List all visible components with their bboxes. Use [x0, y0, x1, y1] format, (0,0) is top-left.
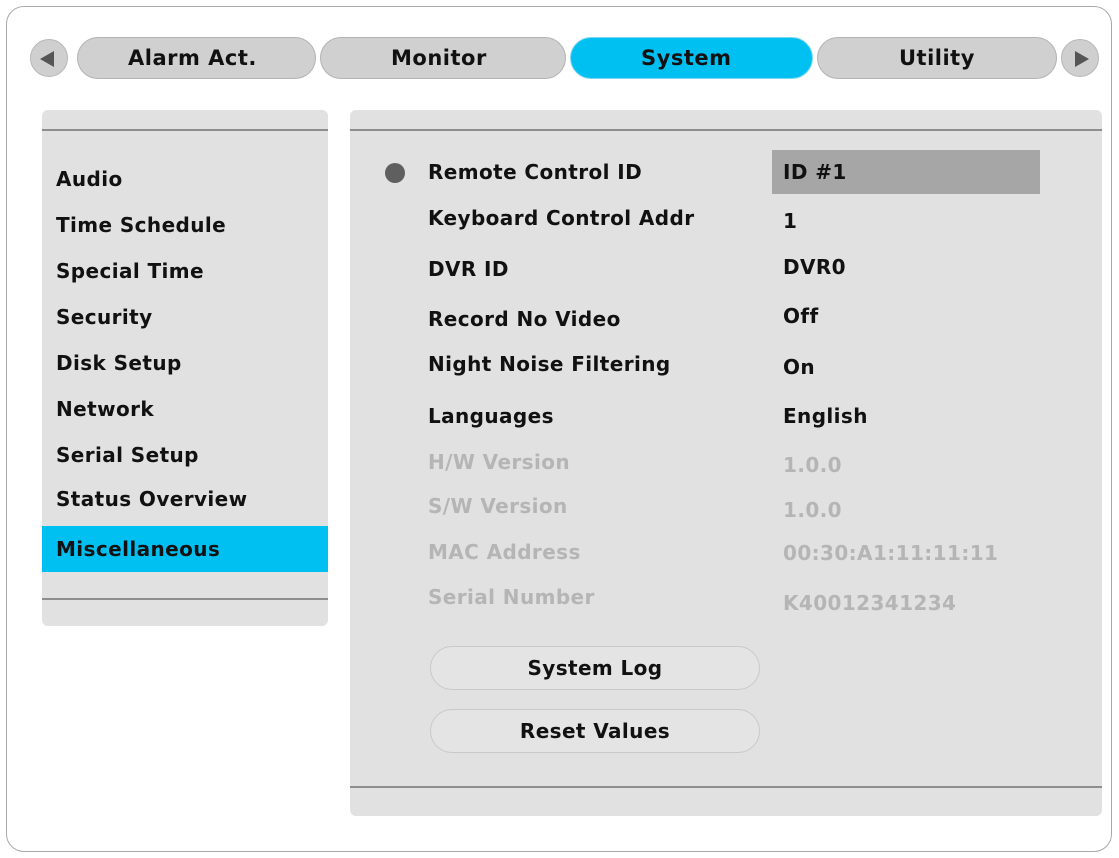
selected-row-bullet-icon — [385, 163, 405, 183]
settings-sidebar: Audio Time Schedule Special Time Securit… — [42, 110, 328, 626]
remote-control-id-label: Remote Control ID — [428, 160, 643, 184]
panel-divider-bottom — [350, 786, 1102, 788]
tab-prev-arrow-button[interactable] — [30, 39, 68, 77]
sidebar-item-label: Status Overview — [56, 487, 248, 511]
sidebar-item-disk-setup[interactable]: Disk Setup — [42, 340, 328, 386]
panel-divider-top — [350, 129, 1102, 131]
serial-number-value: K40012341234 — [783, 591, 957, 615]
arrow-right-icon — [1075, 51, 1089, 67]
sidebar-item-audio[interactable]: Audio — [42, 156, 328, 202]
dvr-id-value[interactable]: DVR0 — [783, 255, 846, 279]
tab-label: System — [641, 46, 732, 70]
system-log-button-label: System Log — [527, 656, 663, 680]
sidebar-item-time-schedule[interactable]: Time Schedule — [42, 202, 328, 248]
reset-values-button-label: Reset Values — [519, 719, 671, 743]
sw-version-label: S/W Version — [428, 494, 568, 518]
sidebar-item-status-overview[interactable]: Status Overview — [42, 476, 328, 522]
languages-value[interactable]: English — [783, 404, 868, 428]
mac-address-label: MAC Address — [428, 540, 581, 564]
sidebar-item-special-time[interactable]: Special Time — [42, 248, 328, 294]
record-no-video-value[interactable]: Off — [783, 304, 819, 328]
sidebar-divider-bottom — [42, 598, 328, 600]
sw-version-value: 1.0.0 — [783, 498, 842, 522]
sidebar-item-label: Disk Setup — [56, 351, 182, 375]
tab-monitor[interactable]: Monitor — [320, 37, 566, 79]
dvr-id-label: DVR ID — [428, 257, 509, 281]
sidebar-item-network[interactable]: Network — [42, 386, 328, 432]
tab-system[interactable]: System — [570, 37, 813, 79]
record-no-video-label: Record No Video — [428, 307, 621, 331]
sidebar-item-label: Miscellaneous — [56, 537, 221, 561]
tab-label: Alarm Act. — [128, 46, 257, 70]
sidebar-item-label: Audio — [56, 167, 123, 191]
sidebar-item-label: Serial Setup — [56, 443, 199, 467]
sidebar-divider-top — [42, 129, 328, 131]
keyboard-control-addr-value[interactable]: 1 — [783, 209, 797, 233]
system-log-button[interactable]: System Log — [430, 646, 760, 690]
sidebar-item-serial-setup[interactable]: Serial Setup — [42, 432, 328, 478]
languages-label: Languages — [428, 404, 554, 428]
night-noise-filtering-value[interactable]: On — [783, 355, 815, 379]
reset-values-button[interactable]: Reset Values — [430, 709, 760, 753]
arrow-left-icon — [40, 51, 54, 67]
night-noise-filtering-label: Night Noise Filtering — [428, 352, 671, 376]
tab-utility[interactable]: Utility — [817, 37, 1057, 79]
sidebar-item-security[interactable]: Security — [42, 294, 328, 340]
hw-version-value: 1.0.0 — [783, 453, 842, 477]
tab-label: Monitor — [391, 46, 487, 70]
keyboard-control-addr-label: Keyboard Control Addr — [428, 206, 695, 230]
sidebar-item-label: Time Schedule — [56, 213, 227, 237]
sidebar-item-label: Network — [56, 397, 155, 421]
tab-next-arrow-button[interactable] — [1061, 39, 1099, 77]
tab-alarm-act[interactable]: Alarm Act. — [77, 37, 316, 79]
remote-control-id-value[interactable]: ID #1 — [783, 160, 847, 184]
hw-version-label: H/W Version — [428, 450, 571, 474]
sidebar-item-label: Special Time — [56, 259, 205, 283]
mac-address-value: 00:30:A1:11:11:11 — [783, 541, 999, 565]
sidebar-item-miscellaneous[interactable]: Miscellaneous — [42, 526, 328, 572]
serial-number-label: Serial Number — [428, 585, 595, 609]
sidebar-item-label: Security — [56, 305, 153, 329]
tab-label: Utility — [899, 46, 975, 70]
